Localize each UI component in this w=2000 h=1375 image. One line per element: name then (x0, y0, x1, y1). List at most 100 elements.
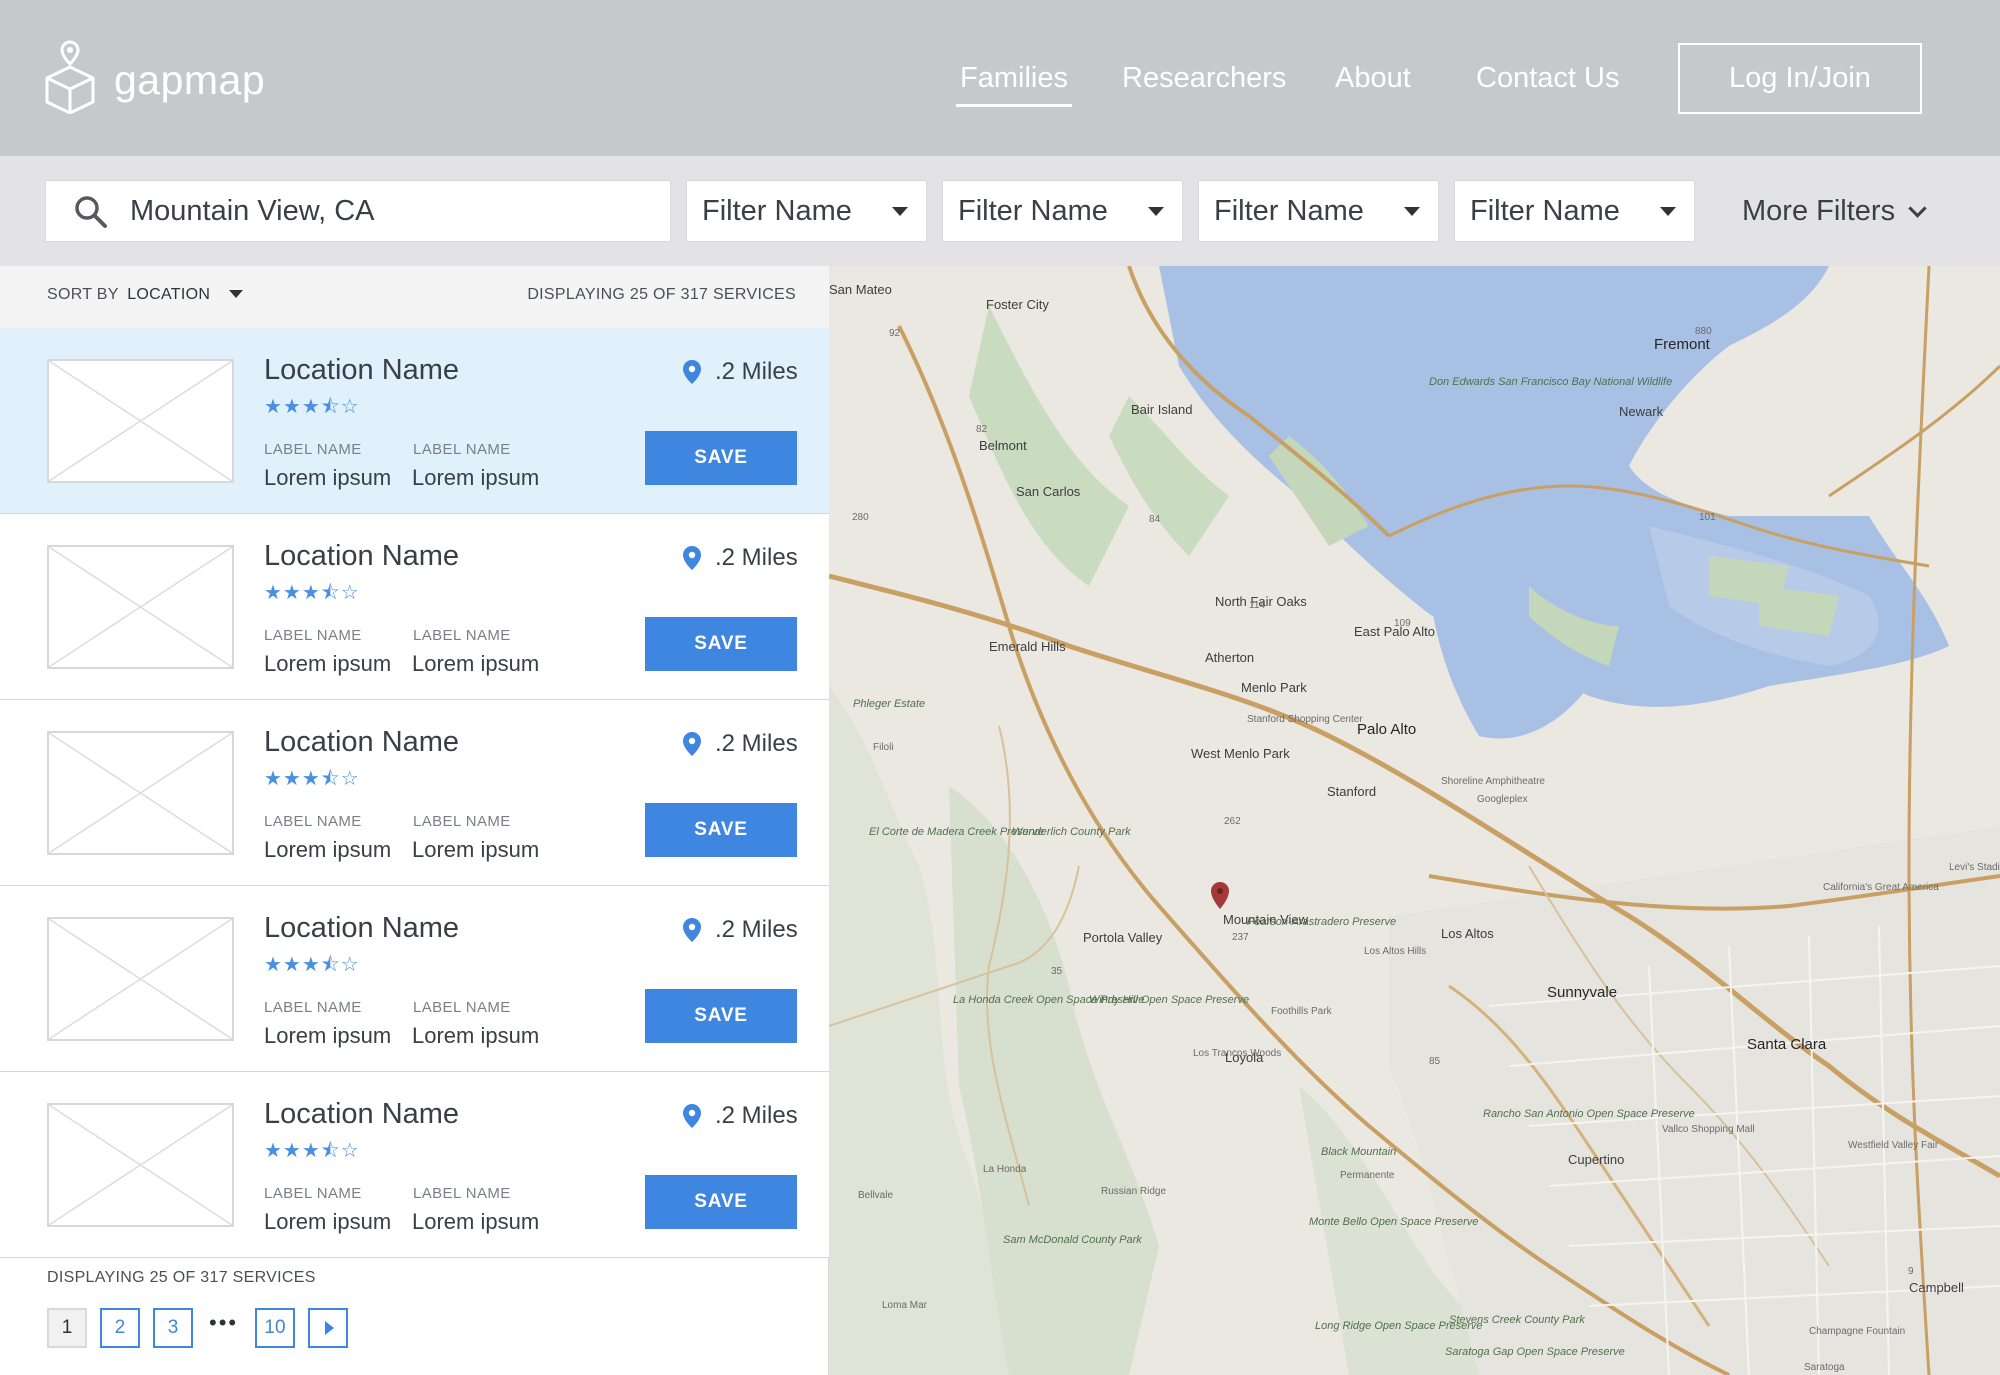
map-park-label: Sam McDonald County Park (1003, 1234, 1142, 1246)
sort-dropdown[interactable]: SORT BY LOCATION (47, 286, 243, 304)
chevron-down-icon (1908, 199, 1927, 218)
map-park-label: Rancho San Antonio Open Space Preserve (1483, 1108, 1695, 1120)
distance-value: .2 Miles (715, 544, 798, 571)
field-label: LABEL NAME (413, 813, 511, 830)
map-park-label: Monte Bello Open Space Preserve (1309, 1216, 1479, 1228)
map-park-label: Don Edwards San Francisco Bay National W… (1429, 376, 1673, 388)
star-rating: ★★★⯪☆ (264, 954, 360, 976)
placeholder-image-icon (48, 918, 233, 1040)
result-card[interactable]: Location Name ★★★⯪☆ .2 Miles LABEL NAME Lore… (0, 514, 829, 700)
results-map[interactable]: San Mateo Foster City Fremont Newark Bai… (829, 266, 2000, 1375)
page-2-button[interactable]: 2 (100, 1308, 140, 1348)
save-button[interactable]: SAVE (645, 989, 797, 1043)
caret-down-icon (1148, 207, 1164, 216)
caret-down-icon (892, 207, 908, 216)
sort-prefix: SORT BY (47, 286, 119, 303)
field-label: LABEL NAME (264, 627, 362, 644)
map-label: Los Trancos Woods (1193, 1048, 1282, 1059)
map-label: Sunnyvale (1547, 984, 1618, 1001)
page-3-button[interactable]: 3 (153, 1308, 193, 1348)
image-placeholder (47, 359, 234, 483)
location-name[interactable]: Location Name (264, 540, 459, 573)
field-label: LABEL NAME (413, 627, 511, 644)
filter-select-3[interactable]: Filter Name (1198, 180, 1439, 242)
map-label: Emerald Hills (989, 639, 1066, 654)
map-label: Loma Mar (882, 1300, 928, 1311)
field-value: Lorem ipsum (264, 465, 392, 490)
field-label: LABEL NAME (264, 1185, 362, 1202)
map-label: Russian Ridge (1101, 1186, 1167, 1197)
result-card[interactable]: Location Name ★★★⯪☆ .2 Miles LABEL NAME Lore… (0, 328, 829, 514)
filter-select-label: Filter Name (958, 195, 1108, 227)
more-filters-toggle[interactable]: More Filters (1742, 180, 1927, 242)
star-rating: ★★★⯪☆ (264, 396, 360, 418)
location-name[interactable]: Location Name (264, 912, 459, 945)
location-search-input[interactable] (130, 181, 650, 241)
map-label: Menlo Park (1241, 680, 1307, 695)
field-label: LABEL NAME (413, 1185, 511, 1202)
map-park-label: Wunderlich County Park (1012, 826, 1131, 838)
map-label: Portola Valley (1083, 930, 1163, 945)
field-value: Lorem ipsum (412, 837, 540, 862)
map-label: Permanente (1340, 1170, 1395, 1181)
distance-value: .2 Miles (715, 358, 798, 385)
distance: .2 Miles (683, 730, 798, 758)
map-label: Atherton (1205, 650, 1255, 665)
image-placeholder (47, 731, 234, 855)
next-page-button[interactable] (308, 1308, 348, 1348)
distance: .2 Miles (683, 358, 798, 386)
save-button[interactable]: SAVE (645, 617, 797, 671)
map-label: Vallco Shopping Mall (1662, 1124, 1755, 1135)
nav-contact-us[interactable]: Contact Us (1476, 56, 1619, 100)
nav-about[interactable]: About (1335, 56, 1411, 100)
field-value: Lorem ipsum (412, 651, 540, 676)
caret-down-icon (1660, 207, 1676, 216)
filter-bar: Filter Name Filter Name Filter Name Filt… (0, 156, 2000, 266)
highway-shield: 82 (976, 424, 988, 435)
page-10-button[interactable]: 10 (255, 1308, 295, 1348)
location-name[interactable]: Location Name (264, 1098, 459, 1131)
map-label: Googleplex (1477, 794, 1528, 805)
result-card[interactable]: Location Name ★★★⯪☆ .2 Miles LABEL NAME Lore… (0, 886, 829, 1072)
distance: .2 Miles (683, 544, 798, 572)
page-1-button[interactable]: 1 (47, 1308, 87, 1348)
filter-select-4[interactable]: Filter Name (1454, 180, 1695, 242)
result-card[interactable]: Location Name ★★★⯪☆ .2 Miles LABEL NAME Lore… (0, 700, 829, 886)
map-label: Newark (1619, 404, 1664, 419)
map-park-label: Pearson-Arastradero Preserve (1247, 916, 1397, 928)
map-pin-icon (683, 1104, 701, 1128)
nav-families[interactable]: Families (956, 56, 1072, 107)
login-join-button[interactable]: Log In/Join (1678, 43, 1922, 114)
distance-value: .2 Miles (715, 730, 798, 757)
sort-bar: SORT BY LOCATION DISPLAYING 25 OF 317 SE… (0, 266, 829, 328)
map-label: Bellvale (858, 1190, 894, 1201)
highway-shield: 92 (889, 328, 901, 339)
map-label: San Carlos (1016, 484, 1081, 499)
filter-select-label: Filter Name (702, 195, 852, 227)
results-list-panel: SORT BY LOCATION DISPLAYING 25 OF 317 SE… (0, 266, 829, 1375)
map-label: West Menlo Park (1191, 746, 1290, 761)
save-button[interactable]: SAVE (645, 1175, 797, 1229)
location-name[interactable]: Location Name (264, 354, 459, 387)
map-label: Fremont (1654, 336, 1710, 353)
field-value: Lorem ipsum (264, 1209, 392, 1234)
filter-select-1[interactable]: Filter Name (686, 180, 927, 242)
location-name[interactable]: Location Name (264, 726, 459, 759)
save-button[interactable]: SAVE (645, 431, 797, 485)
placeholder-image-icon (48, 732, 233, 854)
save-button[interactable]: SAVE (645, 803, 797, 857)
caret-down-icon (1404, 207, 1420, 216)
field-value: Lorem ipsum (412, 1023, 540, 1048)
nav-researchers[interactable]: Researchers (1122, 56, 1286, 100)
filter-select-label: Filter Name (1470, 195, 1620, 227)
map-label: Santa Clara (1747, 1036, 1827, 1053)
image-placeholder (47, 1103, 234, 1227)
filter-select-2[interactable]: Filter Name (942, 180, 1183, 242)
map-label: Champagne Fountain (1809, 1326, 1906, 1337)
result-card[interactable]: Location Name ★★★⯪☆ .2 Miles LABEL NAME Lore… (0, 1072, 829, 1258)
highway-shield: 262 (1224, 816, 1241, 827)
highway-shield: 101 (1699, 512, 1716, 523)
map-canvas (829, 266, 2000, 1375)
map-label: Shoreline Amphitheatre (1441, 776, 1545, 787)
map-pin-icon (683, 546, 701, 570)
